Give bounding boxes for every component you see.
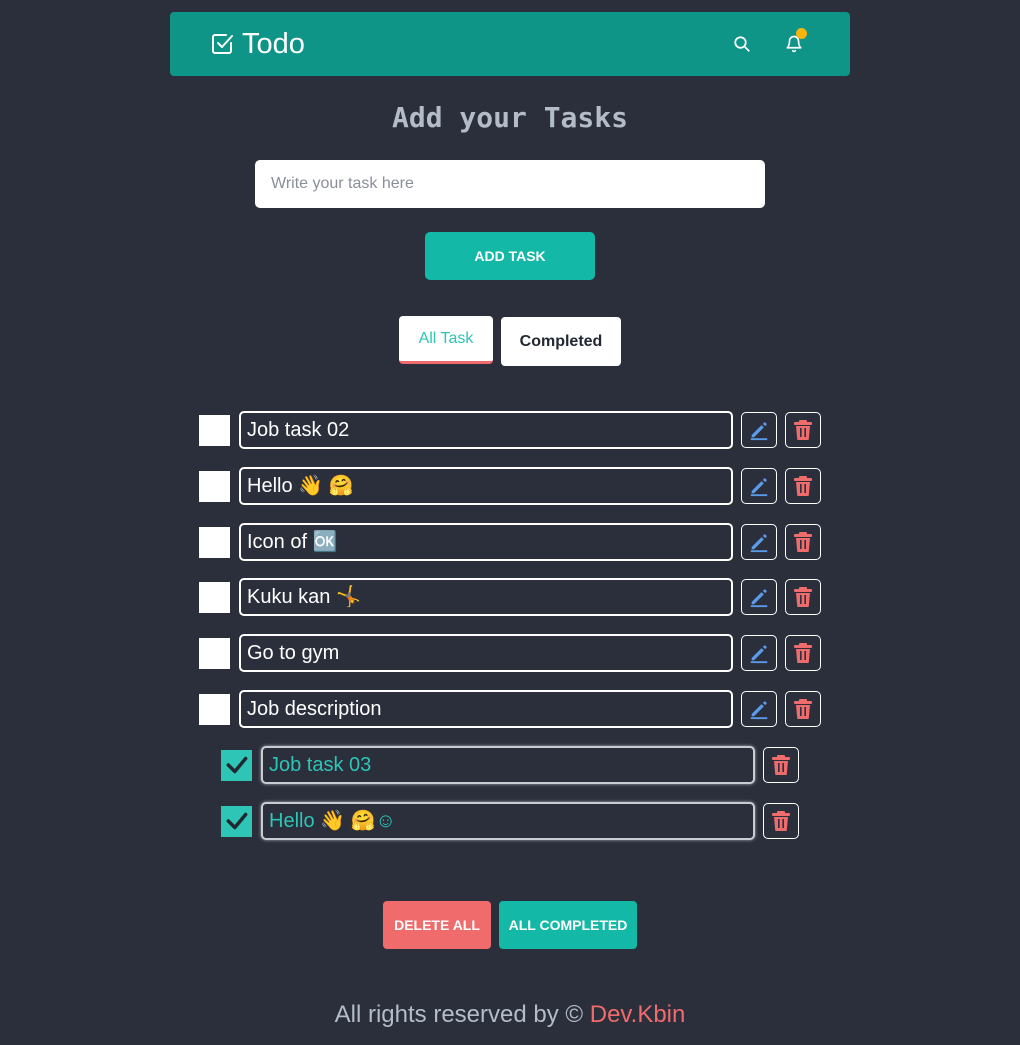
edit-task-button[interactable] (741, 412, 777, 448)
tab-completed[interactable]: Completed (501, 317, 621, 366)
task-input[interactable] (255, 160, 765, 208)
trash-icon (793, 586, 813, 608)
page-title: Add your Tasks (391, 101, 628, 134)
all-completed-button[interactable]: ALL COMPLETED (499, 901, 637, 949)
trash-icon (771, 810, 791, 832)
add-task-button[interactable]: ADD TASK (425, 232, 595, 280)
checkmark-icon (224, 808, 250, 834)
delete-task-button[interactable] (785, 691, 821, 727)
trash-icon (793, 642, 813, 664)
trash-icon (793, 475, 813, 497)
app-header: Todo (170, 12, 850, 76)
tab-all-task[interactable]: All Task (399, 316, 493, 364)
task-text-field[interactable]: Hello 👋 🤗☺ (261, 801, 755, 840)
pencil-icon (748, 642, 770, 664)
task-checkbox[interactable] (199, 526, 230, 558)
brand[interactable]: Todo (210, 26, 305, 62)
task-text-field[interactable]: Job task 02 (239, 411, 733, 449)
delete-task-button[interactable] (785, 523, 821, 560)
checkbox-icon (212, 34, 233, 54)
edit-task-button[interactable] (741, 579, 777, 616)
delete-task-button[interactable] (785, 467, 821, 504)
task-text-field[interactable]: Go to gym (239, 634, 733, 673)
checkmark-icon (224, 752, 250, 778)
task-text-field[interactable]: Icon of 🆗 (239, 522, 733, 561)
task-text-field[interactable]: Hello 👋 🤗 (239, 466, 733, 505)
pencil-icon (748, 586, 770, 608)
edit-task-button[interactable] (741, 635, 777, 672)
task-checkbox[interactable] (199, 638, 230, 670)
pencil-icon (748, 475, 770, 497)
notifications-button[interactable] (782, 28, 807, 56)
task-checkbox[interactable] (221, 805, 252, 837)
task-checkbox[interactable] (221, 749, 252, 781)
search-icon (734, 36, 750, 52)
pencil-icon (748, 419, 770, 441)
notification-dot (796, 28, 807, 39)
pencil-icon (748, 531, 770, 553)
task-checkbox[interactable] (199, 582, 230, 614)
search-button[interactable] (730, 32, 754, 56)
trash-icon (793, 531, 813, 553)
task-text-field[interactable]: Kuku kan 🤸 (239, 578, 733, 617)
trash-icon (771, 754, 791, 776)
edit-task-button[interactable] (741, 523, 777, 560)
delete-all-button[interactable]: DELETE ALL (383, 901, 491, 949)
task-checkbox[interactable] (199, 415, 230, 446)
trash-icon (793, 698, 813, 720)
footer: All rights reserved by © Dev.Kbin (0, 998, 1020, 1032)
footer-author-link[interactable]: Dev.Kbin (590, 1001, 686, 1028)
trash-icon (793, 419, 813, 441)
edit-task-button[interactable] (741, 467, 777, 504)
delete-task-button[interactable] (785, 635, 821, 672)
task-checkbox[interactable] (199, 694, 230, 725)
task-text-field[interactable]: Job description (239, 690, 733, 728)
app-title: Todo (242, 28, 305, 60)
task-checkbox[interactable] (199, 470, 230, 502)
footer-text: All rights reserved by © (334, 1001, 590, 1028)
pencil-icon (748, 698, 770, 720)
delete-task-button[interactable] (763, 802, 799, 839)
delete-task-button[interactable] (785, 579, 821, 616)
delete-task-button[interactable] (785, 412, 821, 448)
delete-task-button[interactable] (763, 746, 799, 783)
edit-task-button[interactable] (741, 691, 777, 727)
task-text-field[interactable]: Job task 03 (261, 745, 755, 784)
